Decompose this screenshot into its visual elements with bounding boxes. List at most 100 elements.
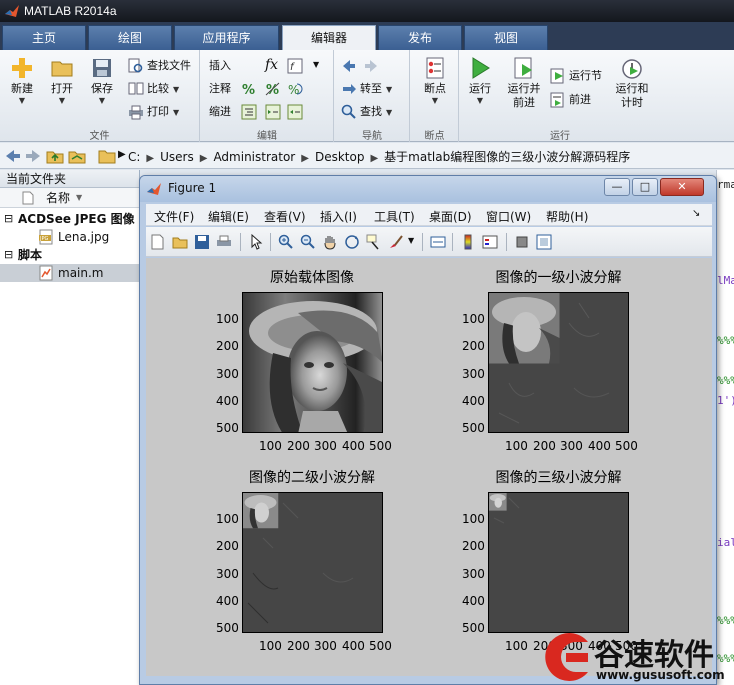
- link-plot-icon[interactable]: [430, 234, 446, 250]
- insert-function-button[interactable]: fx: [265, 55, 278, 75]
- maximize-button[interactable]: □: [632, 178, 658, 196]
- ytick-label: 100: [462, 512, 485, 526]
- insert-button[interactable]: 插入: [209, 56, 231, 76]
- advance-button[interactable]: 前进: [550, 90, 591, 110]
- comment-button[interactable]: 注释: [209, 79, 231, 99]
- breadcrumb-users[interactable]: Users: [160, 150, 194, 164]
- menu-view[interactable]: 查看(V): [264, 208, 306, 225]
- minimize-button[interactable]: —: [604, 178, 630, 196]
- breadcrumb-drive[interactable]: C:: [128, 150, 140, 164]
- dropdown-arrow-icon[interactable]: ▼: [313, 60, 319, 69]
- breadcrumb-desktop[interactable]: Desktop: [315, 150, 365, 164]
- tab-editor[interactable]: 编辑器: [282, 25, 376, 50]
- matlab-logo-icon: [5, 5, 19, 17]
- insert-function-browser-icon[interactable]: f: [287, 58, 303, 74]
- edit-plot-arrow-icon[interactable]: [248, 234, 264, 250]
- subplot-axes-level2[interactable]: [242, 492, 383, 633]
- decrease-indent-icon[interactable]: [287, 104, 303, 120]
- new-figure-icon[interactable]: [150, 234, 166, 250]
- menu-desktop[interactable]: 桌面(D): [429, 208, 472, 225]
- editor-pane-edge[interactable]: rma lMa %%% %%% 1') ial %%% %%%: [716, 170, 734, 685]
- compare-button[interactable]: 比较 ▼: [128, 79, 179, 99]
- breadcrumb-administrator[interactable]: Administrator: [213, 150, 295, 164]
- menu-edit[interactable]: 编辑(E): [208, 208, 249, 225]
- tab-home[interactable]: 主页: [2, 25, 86, 50]
- open-button[interactable]: 打开 ▼: [42, 54, 82, 126]
- current-folder-panel: 当前文件夹 名称 ▼ ⊟ ACDSee JPEG 图像 JPG Lena.jpg…: [0, 170, 140, 685]
- list-item-main-m[interactable]: main.m: [0, 264, 139, 282]
- open-file-icon[interactable]: [172, 234, 188, 250]
- tab-publish[interactable]: 发布: [378, 25, 462, 50]
- forward-arrow-icon[interactable]: [363, 58, 379, 74]
- back-arrow-icon[interactable]: [4, 147, 22, 165]
- find-files-button[interactable]: 查找文件: [128, 56, 191, 76]
- goto-button[interactable]: 转至 ▼: [341, 79, 392, 99]
- folder-open-icon: [51, 61, 73, 77]
- wrap-comments-icon[interactable]: %: [287, 81, 303, 97]
- ytick-label: 300: [216, 567, 239, 581]
- list-item-lena-jpg[interactable]: JPG Lena.jpg: [0, 228, 139, 246]
- legend-icon[interactable]: [482, 234, 498, 250]
- show-plot-tools-icon[interactable]: [536, 234, 552, 250]
- dock-arrow-icon[interactable]: ↘: [692, 208, 700, 219]
- comment-percent-icon[interactable]: %: [241, 81, 257, 97]
- data-cursor-icon[interactable]: [366, 234, 382, 250]
- ytick-label: 400: [216, 594, 239, 608]
- subplot-axes-original[interactable]: [242, 292, 383, 433]
- dropdown-arrow-icon: ▼: [173, 108, 180, 117]
- browse-folder-icon[interactable]: [68, 147, 86, 165]
- new-button[interactable]: 新建 ▼: [2, 54, 42, 126]
- print-figure-icon[interactable]: [216, 234, 232, 250]
- hide-plot-tools-icon[interactable]: [514, 234, 530, 250]
- forward-arrow-icon[interactable]: [24, 147, 42, 165]
- subplot-title-level1: 图像的一级小波分解: [495, 270, 622, 286]
- zoom-out-icon[interactable]: [300, 234, 316, 250]
- close-button[interactable]: ✕: [660, 178, 704, 196]
- breadcrumb-project-folder[interactable]: 基于matlab编程图像的三级小波分解源码程序: [384, 150, 630, 164]
- menu-file[interactable]: 文件(F): [154, 208, 194, 225]
- figure-canvas[interactable]: 原始载体图像 图像的一级小波分解 图像的二级小波分解 图像的三级小波分解 100…: [146, 258, 712, 676]
- chevron-right-icon: ▶: [146, 153, 155, 164]
- ytick-label: 500: [216, 621, 239, 635]
- dropdown-arrow-icon[interactable]: ▼: [408, 236, 414, 245]
- run-and-advance-button[interactable]: 运行并 前进: [502, 54, 546, 126]
- rotate-3d-icon[interactable]: [344, 234, 360, 250]
- subplot-axes-level1[interactable]: [488, 292, 629, 433]
- name-column-header[interactable]: 名称 ▼: [0, 188, 139, 208]
- dropdown-arrow-icon: ▼: [98, 96, 106, 105]
- colorbar-icon[interactable]: [460, 234, 476, 250]
- figure-window[interactable]: Figure 1 — □ ✕ 文件(F) 编辑(E) 查看(V) 插入(I) 工…: [139, 175, 717, 685]
- tab-view[interactable]: 视图: [464, 25, 548, 50]
- smart-indent-icon[interactable]: [241, 104, 257, 120]
- save-figure-icon[interactable]: [194, 234, 210, 250]
- pan-hand-icon[interactable]: [322, 234, 338, 250]
- tab-plots[interactable]: 绘图: [88, 25, 172, 50]
- group-header-jpeg[interactable]: ⊟ ACDSee JPEG 图像: [0, 210, 139, 228]
- chevron-right-icon: ▶: [118, 149, 126, 160]
- print-button[interactable]: 打印 ▼: [128, 102, 179, 122]
- folder-icon: [98, 150, 116, 164]
- breakpoints-button[interactable]: 断点 ▼: [415, 54, 455, 126]
- up-folder-icon[interactable]: [46, 147, 64, 165]
- menu-insert[interactable]: 插入(I): [320, 208, 357, 225]
- ytick-label: 400: [216, 394, 239, 408]
- uncomment-icon[interactable]: %: [265, 81, 281, 97]
- menu-tools[interactable]: 工具(T): [374, 208, 415, 225]
- current-folder-title: 当前文件夹: [0, 170, 139, 188]
- indent-button[interactable]: 缩进: [209, 102, 231, 122]
- back-arrow-icon[interactable]: [341, 58, 357, 74]
- increase-indent-icon[interactable]: [265, 104, 281, 120]
- figure-titlebar[interactable]: Figure 1 — □ ✕: [140, 176, 716, 202]
- run-section-button[interactable]: 运行节: [550, 66, 602, 86]
- run-and-time-button[interactable]: 运行和 计时: [610, 54, 654, 126]
- zoom-in-icon[interactable]: [278, 234, 294, 250]
- tab-apps[interactable]: 应用程序: [174, 25, 279, 50]
- group-header-scripts[interactable]: ⊟ 脚本: [0, 246, 139, 264]
- run-button[interactable]: 运行 ▼: [460, 54, 500, 126]
- subplot-axes-level3[interactable]: [488, 492, 629, 633]
- menu-window[interactable]: 窗口(W): [486, 208, 531, 225]
- find-button[interactable]: 查找 ▼: [341, 102, 392, 122]
- save-button[interactable]: 保存 ▼: [82, 54, 122, 126]
- menu-help[interactable]: 帮助(H): [546, 208, 588, 225]
- brush-icon[interactable]: [388, 234, 404, 250]
